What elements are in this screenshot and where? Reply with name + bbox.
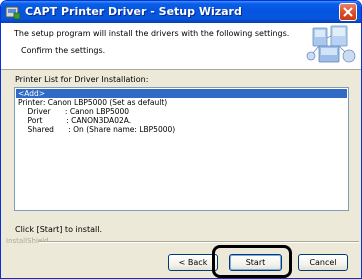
list-item-port[interactable]: Port : CANON3DA02A.: [18, 116, 132, 125]
list-item-shared[interactable]: Shared : On (Share name: LBP5000): [18, 125, 176, 134]
start-button[interactable]: Start: [229, 254, 282, 271]
list-item-driver[interactable]: Driver : Canon LBP5000: [18, 107, 130, 116]
header-title: The setup program will install the drive…: [14, 29, 290, 38]
installer-icon: [5, 6, 21, 20]
install-instruction: Click [Start] to install.: [15, 225, 102, 234]
close-icon: [343, 7, 353, 17]
footer-separator: [39, 241, 359, 243]
computer-network-icon: [305, 24, 357, 68]
window-title: CAPT Printer Driver - Setup Wizard: [25, 5, 242, 18]
wizard-header: The setup program will install the drive…: [1, 23, 361, 70]
back-button[interactable]: < Back: [168, 254, 218, 271]
cancel-button[interactable]: Cancel: [298, 254, 348, 271]
close-button[interactable]: [339, 3, 357, 21]
title-bar[interactable]: CAPT Printer Driver - Setup Wizard: [1, 1, 361, 23]
printer-list-label: Printer List for Driver Installation:: [15, 75, 149, 84]
list-item-add[interactable]: <Add>: [16, 89, 347, 98]
setup-wizard-window: CAPT Printer Driver - Setup Wizard The s…: [0, 0, 362, 279]
list-item-add-label: <Add>: [18, 89, 46, 98]
header-subtitle: Confirm the settings.: [21, 46, 106, 55]
list-item-printer[interactable]: Printer: Canon LBP5000 (Set as default): [18, 98, 167, 107]
printer-listbox[interactable]: <Add> Printer: Canon LBP5000 (Set as def…: [14, 87, 349, 211]
